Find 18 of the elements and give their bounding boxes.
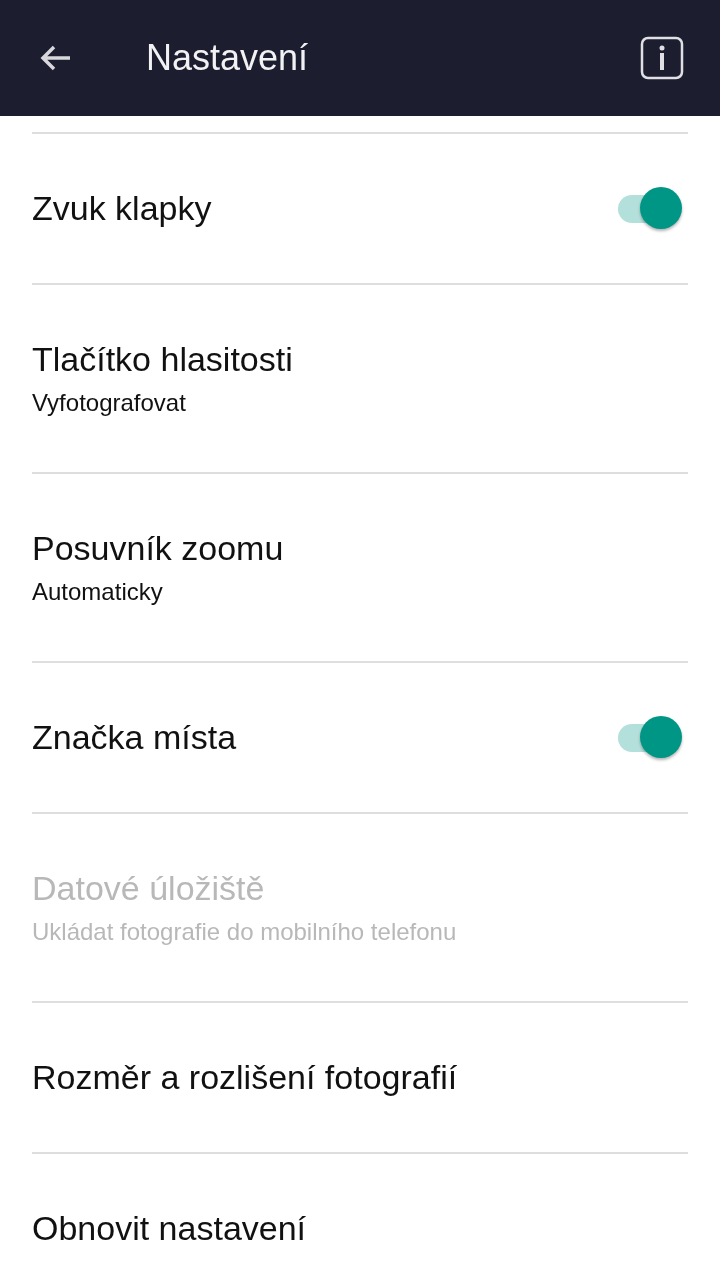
setting-row[interactable]: Posuvník zoomu Automaticky [32,472,688,661]
setting-row[interactable]: Zvuk klapky [32,132,688,283]
setting-value: Vyfotografovat [32,389,187,417]
setting-row[interactable]: Značka místa [32,661,688,812]
setting-title: Tlačítko hlasitosti [32,340,294,379]
setting-row[interactable]: Tlačítko hlasitosti Vyfotografovat [32,283,688,472]
setting-row[interactable]: Rozměr a rozlišení fotografií [32,1001,688,1152]
setting-row[interactable]: Obnovit nastavení [32,1152,688,1280]
setting-title: Značka místa [32,718,238,757]
setting-title: Obnovit nastavení [32,1209,308,1248]
info-icon[interactable] [640,36,684,80]
setting-value: Automaticky [32,578,164,606]
setting-title: Datové úložiště [32,869,266,908]
setting-title: Zvuk klapky [32,189,213,228]
setting-title: Posuvník zoomu [32,529,285,568]
screen-title: Nastavení [146,37,310,79]
setting-title: Rozměr a rozlišení fotografií [32,1058,459,1097]
setting-value: Ukládat fotografie do mobilního telefonu [32,918,458,946]
